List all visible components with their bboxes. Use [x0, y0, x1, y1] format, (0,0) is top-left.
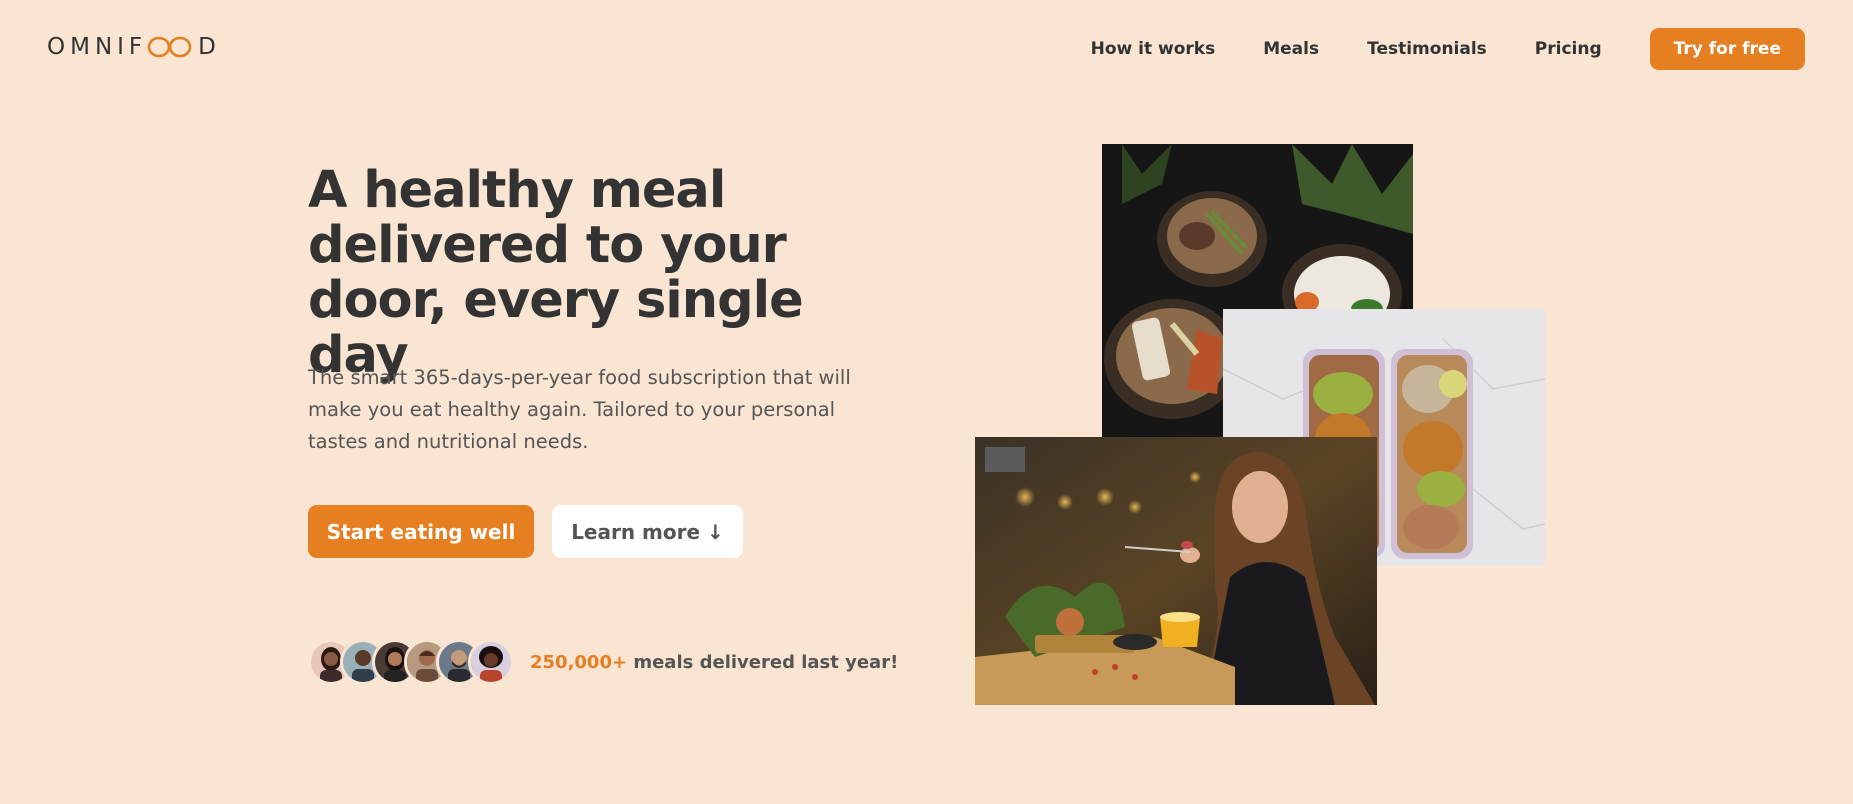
nav-link-pricing[interactable]: Pricing [1535, 39, 1602, 59]
nav-link-testimonials[interactable]: Testimonials [1367, 39, 1487, 59]
customer-avatar [468, 639, 514, 685]
nav-link-how-it-works[interactable]: How it works [1091, 39, 1216, 59]
learn-more-button[interactable]: Learn more ↓ [552, 505, 743, 558]
start-eating-well-button[interactable]: Start eating well [308, 505, 534, 558]
omnifood-logo[interactable]: OMNIF D [47, 32, 221, 62]
logo-text-prefix: OMNIF [47, 34, 148, 60]
delivered-text: 250,000+ meals delivered last year! [530, 652, 898, 673]
delivered-label: meals delivered last year! [627, 651, 899, 673]
infinity-icon [147, 36, 192, 58]
try-for-free-button[interactable]: Try for free [1649, 28, 1805, 70]
delivered-meals: 250,000+ meals delivered last year! [308, 638, 898, 686]
hero-description: The smart 365-days-per-year food subscri… [308, 366, 851, 453]
logo-text-suffix: D [198, 34, 221, 60]
delivered-count: 250,000+ [530, 651, 628, 673]
hero-title: A healthy meal delivered to your door, e… [308, 161, 804, 385]
main-nav: How it works Meals Testimonials Pricing … [1091, 28, 1805, 70]
nav-link-meals[interactable]: Meals [1263, 39, 1319, 59]
woman-eating-image [975, 437, 1377, 705]
customer-avatars [308, 639, 514, 685]
site-header: OMNIF D How it works Meals Testimonials … [0, 0, 1853, 96]
